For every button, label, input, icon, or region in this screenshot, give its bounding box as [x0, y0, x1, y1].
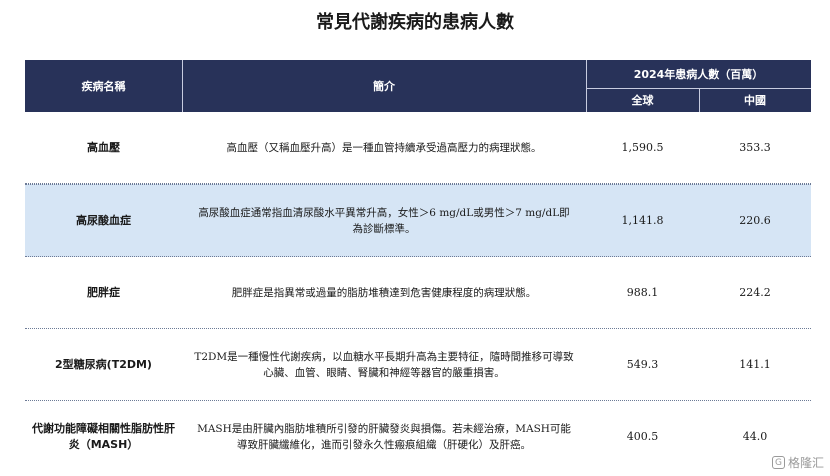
table-row: 高尿酸血症 高尿酸血症通常指血清尿酸水平異常升高，女性＞6 mg/dL或男性＞7…	[25, 184, 811, 257]
disease-name: 高尿酸血症	[76, 213, 131, 227]
china-value: 220.6	[739, 214, 771, 227]
china-value: 141.1	[739, 358, 771, 371]
watermark: G 格隆汇	[771, 454, 824, 471]
china-value: 224.2	[739, 286, 771, 299]
disease-name: 代謝功能障礙相關性脂肪性肝炎（MASH）	[32, 421, 175, 451]
disease-name: 2型糖尿病(T2DM)	[55, 357, 152, 371]
header-divider	[699, 88, 700, 112]
header-patients-2024: 2024年患病人數（百萬）	[633, 68, 764, 81]
disease-desc: T2DM是一種慢性代謝疾病，以血糖水平長期升高為主要特征，隨時間推移可導致心臟、…	[194, 350, 574, 379]
disease-desc: MASH是由肝臟內脂肪堆積所引發的肝臟發炎與損傷。若未經治療，MASH可能導致肝…	[197, 422, 571, 451]
global-value: 400.5	[626, 430, 659, 443]
table-header: 疾病名稱 簡介 2024年患病人數（百萬） 全球 中國	[25, 60, 811, 112]
header-disease-name: 疾病名稱	[81, 80, 126, 93]
table-row: 2型糖尿病(T2DM) T2DM是一種慢性代謝疾病，以血糖水平長期升高為主要特征…	[25, 329, 811, 401]
gelonghui-logo-icon: G	[771, 456, 785, 469]
header-divider	[586, 88, 811, 89]
disease-name: 肥胖症	[87, 285, 120, 299]
header-divider	[586, 60, 587, 112]
china-value: 353.3	[739, 141, 771, 154]
global-value: 1,141.8	[621, 214, 664, 227]
disease-desc: 高血壓（又稱血壓升高）是一種血管持續承受過高壓力的病理狀態。	[226, 141, 542, 154]
header-china: 中國	[744, 94, 766, 107]
global-value: 988.1	[626, 286, 659, 299]
table-row: 肥胖症 肥胖症是指異常或過量的脂肪堆積達到危害健康程度的病理狀態。 988.1 …	[25, 257, 811, 329]
table-row: 高血壓 高血壓（又稱血壓升高）是一種血管持續承受過高壓力的病理狀態。 1,590…	[25, 112, 811, 184]
header-intro: 簡介	[373, 80, 395, 93]
watermark-text: 格隆汇	[787, 456, 824, 470]
disease-name: 高血壓	[87, 140, 120, 154]
global-value: 1,590.5	[621, 141, 664, 154]
page-title: 常見代謝疾病的患病人數	[316, 12, 514, 33]
disease-desc: 高尿酸血症通常指血清尿酸水平異常升高，女性＞6 mg/dL或男性＞7 mg/dL…	[198, 206, 570, 235]
global-value: 549.3	[626, 358, 659, 371]
header-divider	[182, 60, 183, 112]
china-value: 44.0	[742, 430, 768, 443]
disease-table: 疾病名稱 簡介 2024年患病人數（百萬） 全球 中國 高血壓 高血壓（又稱血壓…	[25, 60, 811, 472]
header-global: 全球	[631, 94, 654, 107]
table-row: 代謝功能障礙相關性脂肪性肝炎（MASH） MASH是由肝臟內脂肪堆積所引發的肝臟…	[25, 401, 811, 472]
disease-desc: 肥胖症是指異常或過量的脂肪堆積達到危害健康程度的病理狀態。	[231, 286, 537, 299]
